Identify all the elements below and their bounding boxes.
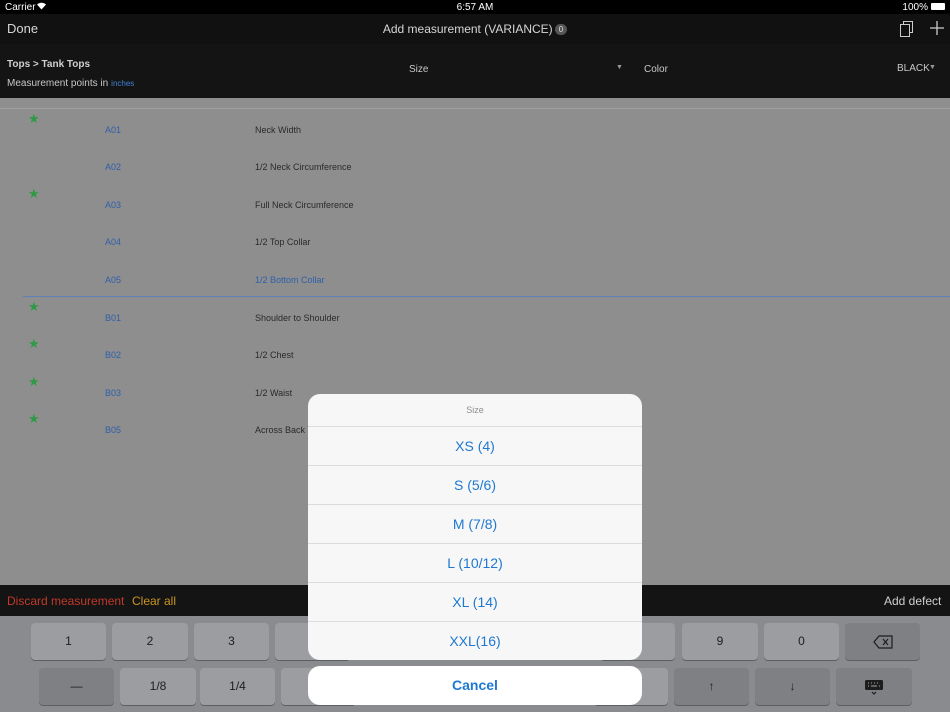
- color-selector-label: Color: [644, 64, 668, 75]
- row-code: A03: [105, 200, 122, 210]
- page-title: Add measurement (VARIANCE) 0: [0, 22, 950, 36]
- key-0[interactable]: 0: [764, 623, 839, 660]
- row-code: B02: [105, 350, 122, 360]
- color-dropdown-icon[interactable]: ▼: [929, 64, 936, 71]
- row-code: B01: [105, 313, 122, 323]
- row-code: A04: [105, 237, 122, 247]
- table-row[interactable]: ★ A03 Full Neck Circumference: [0, 186, 950, 225]
- star-icon: ★: [28, 186, 40, 201]
- row-description: Shoulder to Shoulder: [255, 313, 340, 323]
- battery-percent: 100%: [902, 2, 928, 13]
- table-row-selected[interactable]: A05 1/2 Bottom Collar: [0, 263, 950, 300]
- row-description: 1/2 Neck Circumference: [255, 162, 352, 172]
- key-1[interactable]: 1: [31, 623, 106, 660]
- add-icon[interactable]: [929, 20, 945, 36]
- measurement-points-text: Measurement points in: [7, 78, 109, 89]
- add-defect-button[interactable]: Add defect: [884, 594, 941, 608]
- clear-all-button[interactable]: Clear all: [132, 594, 176, 608]
- size-action-sheet: Size XS (4) S (5/6) M (7/8) L (10/12) XL…: [308, 394, 642, 660]
- unit-selector[interactable]: inches: [111, 79, 134, 88]
- discard-measurement-button[interactable]: Discard measurement: [7, 594, 124, 608]
- table-row[interactable]: ★ A01 Neck Width: [0, 111, 950, 150]
- row-description: 1/2 Waist: [255, 388, 293, 398]
- list-divider: [0, 108, 950, 109]
- table-row[interactable]: ★ B01 Shoulder to Shoulder: [0, 299, 950, 338]
- key-9[interactable]: 9: [682, 623, 758, 660]
- navigation-bar: Done Add measurement (VARIANCE) 0: [0, 14, 950, 44]
- row-description: Neck Width: [255, 125, 302, 135]
- row-code: A02: [105, 162, 122, 172]
- row-code: A05: [105, 275, 122, 285]
- backspace-icon: [872, 635, 893, 649]
- star-icon: ★: [28, 299, 40, 314]
- measurement-header: Tops > Tank Tops Measurement points in in…: [0, 44, 950, 98]
- row-description: Full Neck Circumference: [255, 200, 354, 210]
- size-option-l[interactable]: L (10/12): [308, 544, 642, 583]
- battery-icon: [931, 3, 945, 10]
- star-icon: ★: [28, 411, 40, 426]
- backspace-key[interactable]: [845, 623, 920, 660]
- key-2[interactable]: 2: [112, 623, 188, 660]
- table-row[interactable]: A02 1/2 Neck Circumference: [0, 150, 950, 187]
- copy-icon[interactable]: [900, 21, 914, 37]
- size-selector-label[interactable]: Size: [409, 64, 428, 75]
- cancel-button[interactable]: Cancel: [308, 666, 642, 705]
- section-divider: [23, 296, 950, 297]
- row-description: 1/2 Chest: [255, 350, 294, 360]
- size-option-s[interactable]: S (5/6): [308, 466, 642, 505]
- star-icon: ★: [28, 374, 40, 389]
- measurement-points-label: Measurement points in inches: [7, 78, 134, 89]
- key-one-eighth[interactable]: 1/8: [120, 668, 196, 705]
- star-icon: ★: [28, 111, 40, 126]
- page-title-text: Add measurement (VARIANCE): [382, 22, 553, 36]
- row-description: 1/2 Bottom Collar: [255, 275, 325, 285]
- row-code: A01: [105, 125, 122, 135]
- size-dropdown-icon[interactable]: ▼: [616, 64, 623, 71]
- key-down-arrow[interactable]: ↓: [755, 668, 830, 705]
- action-sheet-title: Size: [308, 394, 642, 427]
- dismiss-keyboard-key[interactable]: [836, 668, 912, 705]
- status-bar: Carrier 6:57 AM 100%: [0, 0, 950, 14]
- size-option-xl[interactable]: XL (14): [308, 583, 642, 622]
- star-icon: ★: [28, 336, 40, 351]
- key-one-quarter[interactable]: 1/4: [200, 668, 275, 705]
- size-option-xs[interactable]: XS (4): [308, 427, 642, 466]
- row-description: 1/2 Top Collar: [255, 237, 311, 247]
- table-row[interactable]: ★ B02 1/2 Chest: [0, 336, 950, 375]
- status-time: 6:57 AM: [456, 2, 494, 13]
- breadcrumb: Tops > Tank Tops: [7, 59, 91, 70]
- key-dash[interactable]: —: [39, 668, 114, 705]
- row-description: Across Back: [255, 425, 306, 435]
- row-code: B03: [105, 388, 122, 398]
- table-row[interactable]: A04 1/2 Top Collar: [0, 225, 950, 262]
- key-up-arrow[interactable]: ↑: [674, 668, 749, 705]
- size-option-m[interactable]: M (7/8): [308, 505, 642, 544]
- row-code: B05: [105, 425, 122, 435]
- color-selector-value[interactable]: BLACK: [897, 63, 930, 74]
- variance-count-badge: 0: [554, 24, 568, 35]
- key-3[interactable]: 3: [194, 623, 269, 660]
- size-option-xxl[interactable]: XXL(16): [308, 622, 642, 660]
- keyboard-icon: [865, 679, 883, 695]
